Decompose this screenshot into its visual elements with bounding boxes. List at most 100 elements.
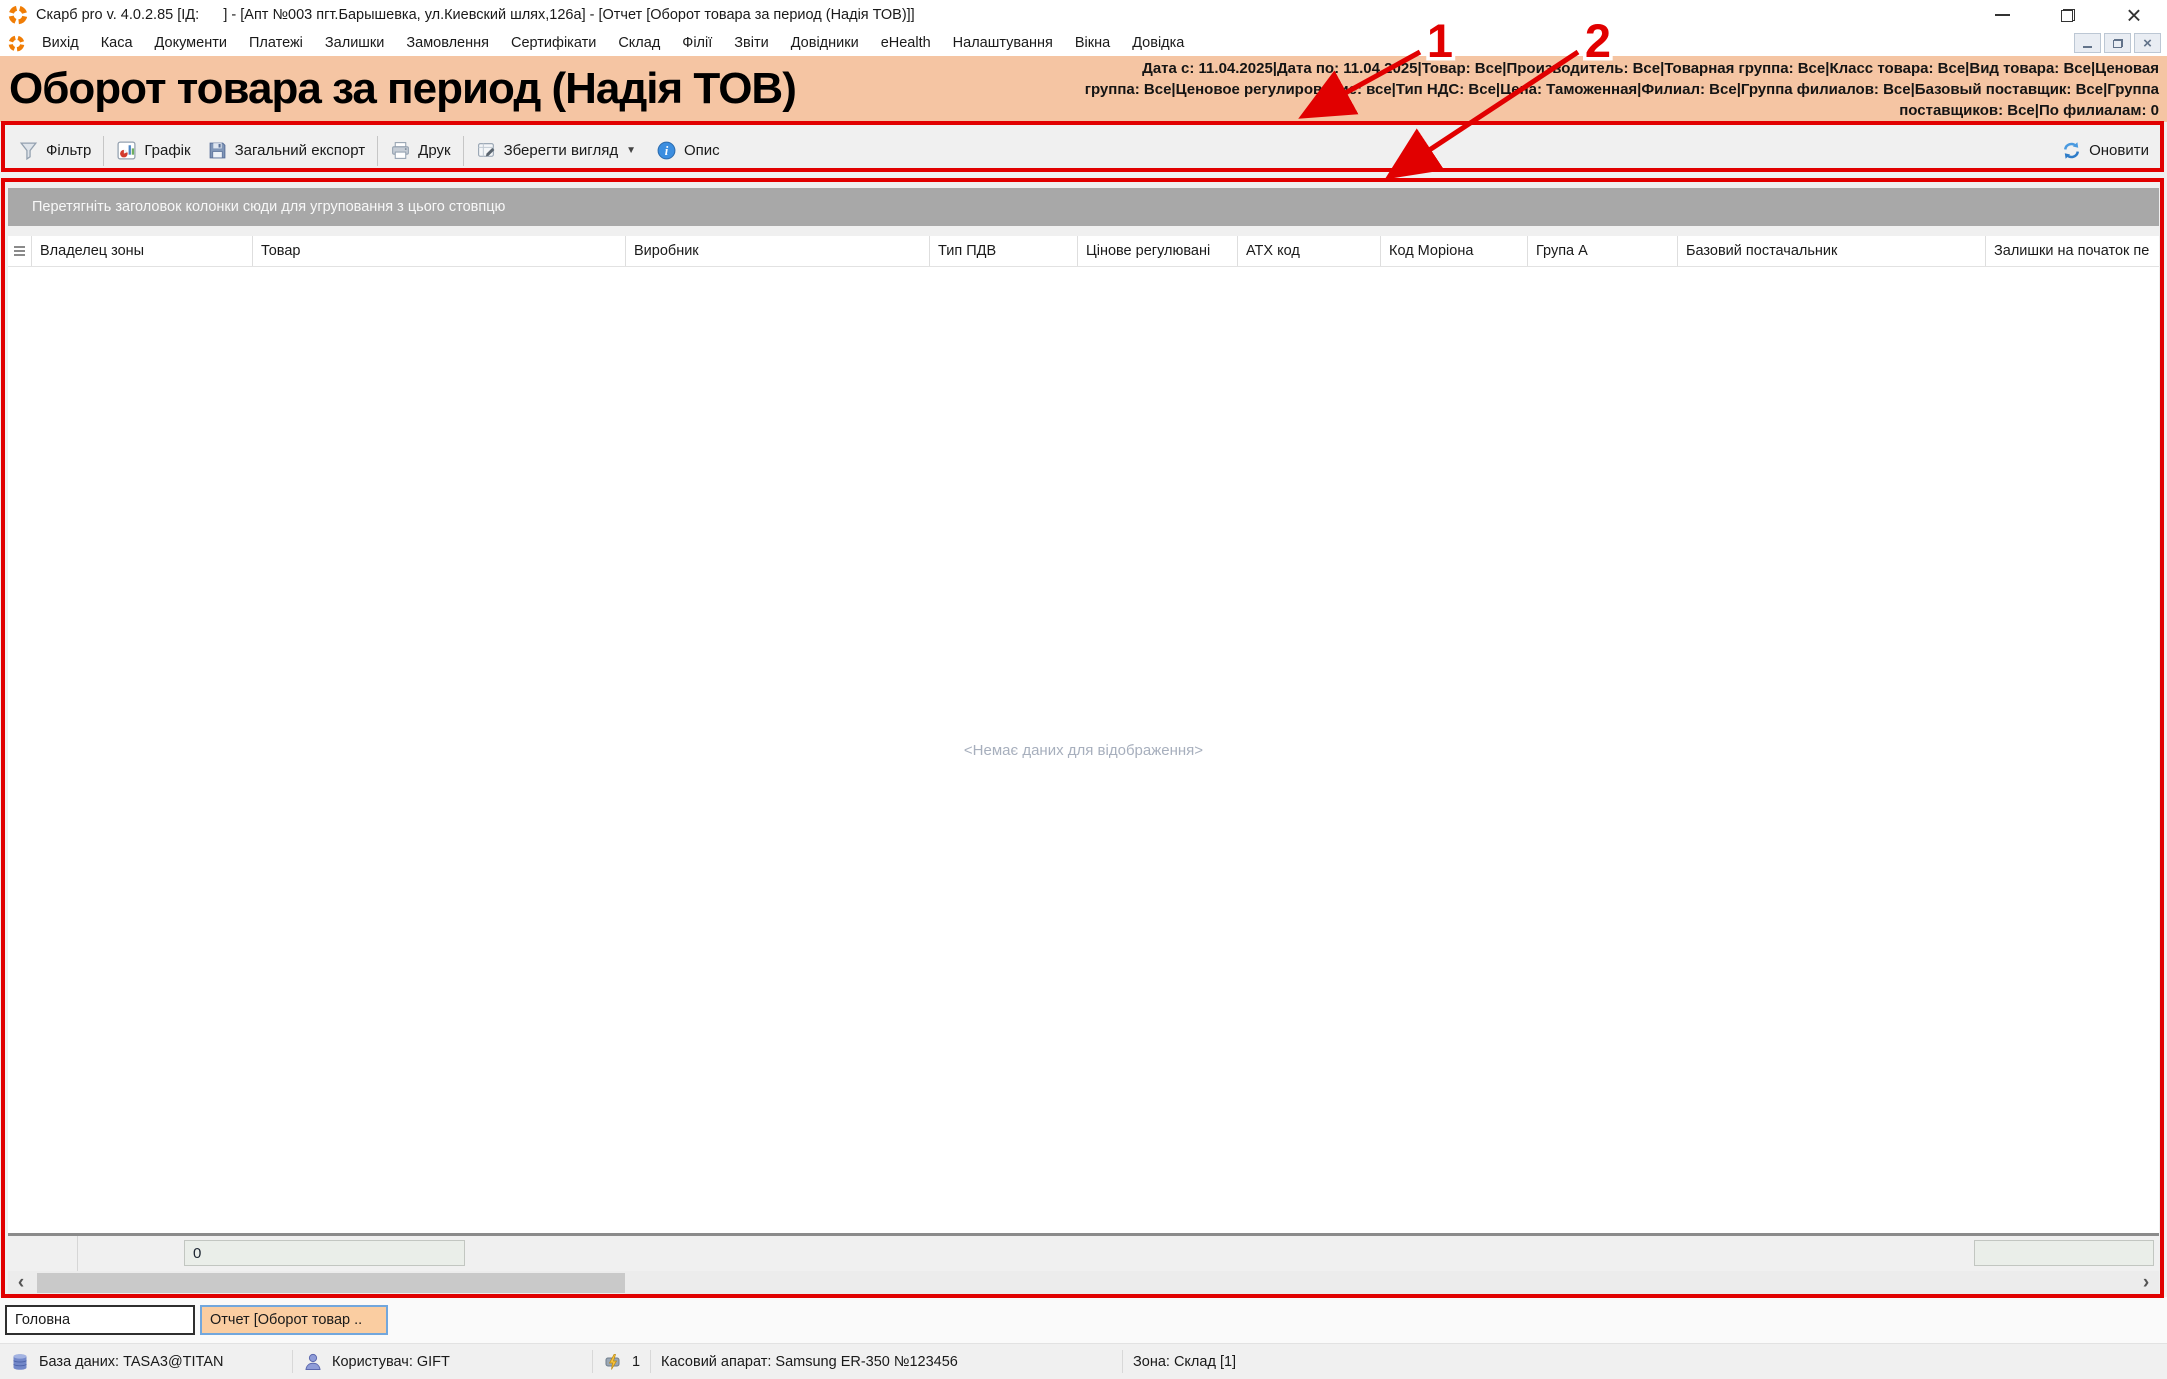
scroll-left-icon[interactable]: ‹ <box>8 1271 34 1295</box>
menu-item-5[interactable]: Залишки <box>314 35 395 51</box>
status-database: База даних: TASA3@TITAN <box>0 1352 292 1372</box>
menu-item-1[interactable]: Вихід <box>31 35 90 51</box>
mdi-restore-button[interactable] <box>2104 33 2131 53</box>
grid-header-row: Владелец зоныТоварВиробникТип ПДВЦінове … <box>8 236 2159 267</box>
menubar: ВихідКасаДокументиПлатежіЗалишкиЗамовлен… <box>0 30 2167 56</box>
status-user-label: Користувач: GIFT <box>332 1354 450 1370</box>
report-grid: Перетягніть заголовок колонки сюди для у… <box>0 179 2167 1297</box>
grid-data-area: <Немає даних для відображення> <box>8 267 2159 1233</box>
summary-value: 0 <box>193 1245 201 1262</box>
column-header-5[interactable]: Цінове регулювані <box>1078 236 1238 266</box>
chart-icon <box>116 140 137 161</box>
column-chooser-button[interactable] <box>8 236 32 266</box>
user-icon <box>303 1352 323 1372</box>
restore-icon <box>2061 9 2075 22</box>
status-connections-count: 1 <box>632 1354 640 1370</box>
toolbar-separator <box>103 136 104 166</box>
save-view-icon <box>476 140 497 161</box>
filter-line: поставщиков: Все|По филиалам: 0 <box>1085 100 2159 121</box>
menu-item-2[interactable]: Каса <box>90 35 144 51</box>
tab-home[interactable]: Головна <box>5 1305 195 1335</box>
scrollbar-track[interactable] <box>34 1271 2133 1295</box>
scroll-right-icon[interactable]: › <box>2133 1271 2159 1295</box>
tab-report-active[interactable]: Отчет [Оборот товар .. <box>200 1305 388 1335</box>
status-zone: Зона: Склад [1] <box>1123 1354 1423 1370</box>
close-button[interactable]: × <box>2101 0 2167 30</box>
tab-label: Отчет [Оборот товар .. <box>210 1312 362 1328</box>
minimize-button[interactable] <box>1969 0 2035 30</box>
statusbar: База даних: TASA3@TITAN Користувач: GIFT… <box>0 1343 2167 1379</box>
menu-item-8[interactable]: Склад <box>607 35 671 51</box>
filter-button[interactable]: Фільтр <box>10 134 99 167</box>
info-icon: i <box>656 140 677 161</box>
menu-item-15[interactable]: Довідка <box>1121 35 1195 51</box>
status-cash-register: Касовий апарат: Samsung ER-350 №123456 <box>651 1354 1122 1370</box>
column-header-4[interactable]: Тип ПДВ <box>930 236 1078 266</box>
export-button-label: Загальний експорт <box>235 142 366 159</box>
column-header-10[interactable]: Залишки на початок пе <box>1986 236 2159 266</box>
menu-item-10[interactable]: Звіти <box>723 35 779 51</box>
header-gap <box>8 226 2159 236</box>
svg-text:i: i <box>665 144 669 158</box>
menu-item-6[interactable]: Замовлення <box>395 35 500 51</box>
mdi-close-button[interactable]: × <box>2134 33 2161 53</box>
window-title: Скарб pro v. 4.0.2.85 [ІД: ] - [Апт №003… <box>36 7 915 23</box>
empty-data-message: <Немає даних для відображення> <box>964 742 1203 759</box>
status-database-label: База даних: TASA3@TITAN <box>39 1354 224 1370</box>
status-user: Користувач: GIFT <box>293 1352 592 1372</box>
save-view-button[interactable]: Зберегти вигляд <box>468 134 627 167</box>
menu-item-4[interactable]: Платежі <box>238 35 314 51</box>
restore-button[interactable] <box>2035 0 2101 30</box>
menu-item-14[interactable]: Вікна <box>1064 35 1121 51</box>
menu-item-3[interactable]: Документи <box>144 35 238 51</box>
scrollbar-thumb[interactable] <box>37 1273 625 1293</box>
status-cash-register-label: Касовий апарат: Samsung ER-350 №123456 <box>661 1354 958 1370</box>
printer-icon <box>390 140 411 161</box>
refresh-icon <box>2061 140 2082 161</box>
close-icon: × <box>2143 36 2152 51</box>
status-zone-label: Зона: Склад [1] <box>1133 1354 1236 1370</box>
menu-item-7[interactable]: Сертифікати <box>500 35 607 51</box>
toolbar: Фільтр Графік Загальний експорт Друк Збе… <box>0 122 2167 179</box>
status-connections: 1 <box>593 1352 650 1372</box>
column-header-2[interactable]: Товар <box>253 236 626 266</box>
column-header-9[interactable]: Базовий постачальник <box>1678 236 1986 266</box>
export-button[interactable]: Загальний експорт <box>199 134 374 167</box>
menu-item-12[interactable]: eHealth <box>870 35 942 51</box>
menu-item-13[interactable]: Налаштування <box>942 35 1064 51</box>
column-header-6[interactable]: АТХ код <box>1238 236 1381 266</box>
chart-button[interactable]: Графік <box>108 134 198 167</box>
toolbar-separator <box>377 136 378 166</box>
close-icon: × <box>2126 5 2141 25</box>
info-button[interactable]: i Опис <box>648 134 728 167</box>
menu-item-9[interactable]: Філії <box>671 35 723 51</box>
report-title: Оборот товара за период (Надія ТОВ) <box>0 56 796 122</box>
print-button[interactable]: Друк <box>382 134 458 167</box>
chart-button-label: Графік <box>144 142 190 159</box>
filter-line: группа: Все|Ценовое регулирование: все|Т… <box>1085 79 2159 100</box>
horizontal-scrollbar[interactable]: ‹ › <box>8 1271 2159 1295</box>
group-by-drop-zone[interactable]: Перетягніть заголовок колонки сюди для у… <box>8 188 2159 226</box>
save-export-icon <box>207 140 228 161</box>
minimize-icon <box>1995 14 2010 16</box>
column-header-3[interactable]: Виробник <box>626 236 930 266</box>
column-header-1[interactable]: Владелец зоны <box>32 236 253 266</box>
mdi-minimize-button[interactable] <box>2074 33 2101 53</box>
column-header-7[interactable]: Код Моріона <box>1381 236 1528 266</box>
database-icon <box>10 1352 30 1372</box>
column-header-8[interactable]: Група А <box>1528 236 1678 266</box>
save-view-button-label: Зберегти вигляд <box>504 142 619 159</box>
restore-icon <box>2113 39 2123 48</box>
group-by-hint: Перетягніть заголовок колонки сюди для у… <box>32 199 505 215</box>
minimize-icon <box>2083 46 2092 48</box>
window-controls: × <box>1969 0 2167 30</box>
chevron-down-icon[interactable]: ▼ <box>626 145 636 156</box>
filter-line: Дата с: 11.04.2025|Дата по: 11.04.2025|Т… <box>1085 58 2159 79</box>
app-logo-icon <box>8 5 28 25</box>
menu-item-11[interactable]: Довідники <box>780 35 870 51</box>
report-filter-summary: Дата с: 11.04.2025|Дата по: 11.04.2025|Т… <box>1085 56 2167 122</box>
menu-logo-icon <box>8 35 25 52</box>
refresh-button[interactable]: Оновити <box>2061 140 2157 161</box>
print-button-label: Друк <box>418 142 450 159</box>
column-chooser-icon <box>14 246 25 257</box>
